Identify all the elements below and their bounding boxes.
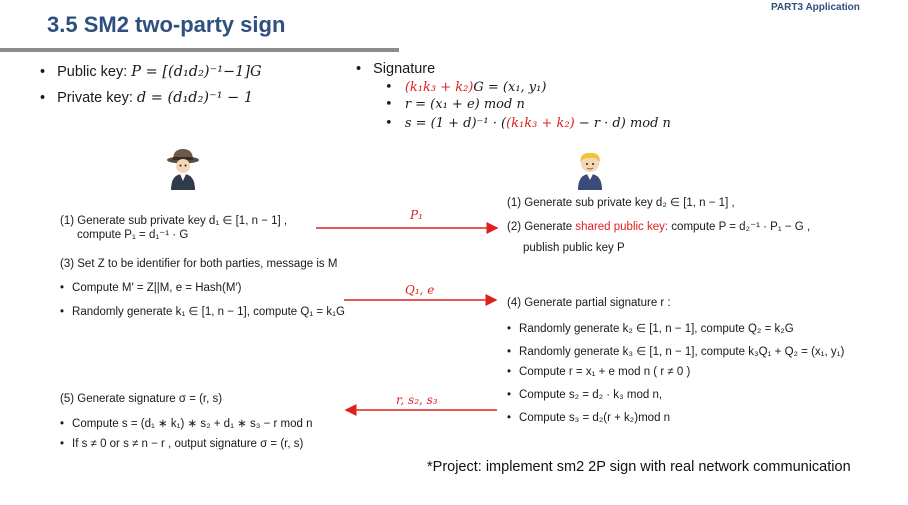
- message-arrows: [316, 222, 499, 416]
- arrow-label-q1-e: Q₁, e: [405, 283, 435, 297]
- arrow-label-p1: P₁: [410, 208, 423, 222]
- arrow-label-r-s2-s3: r, s₂, s₃: [396, 393, 438, 407]
- project-note: *Project: implement sm2 2P sign with rea…: [427, 459, 851, 475]
